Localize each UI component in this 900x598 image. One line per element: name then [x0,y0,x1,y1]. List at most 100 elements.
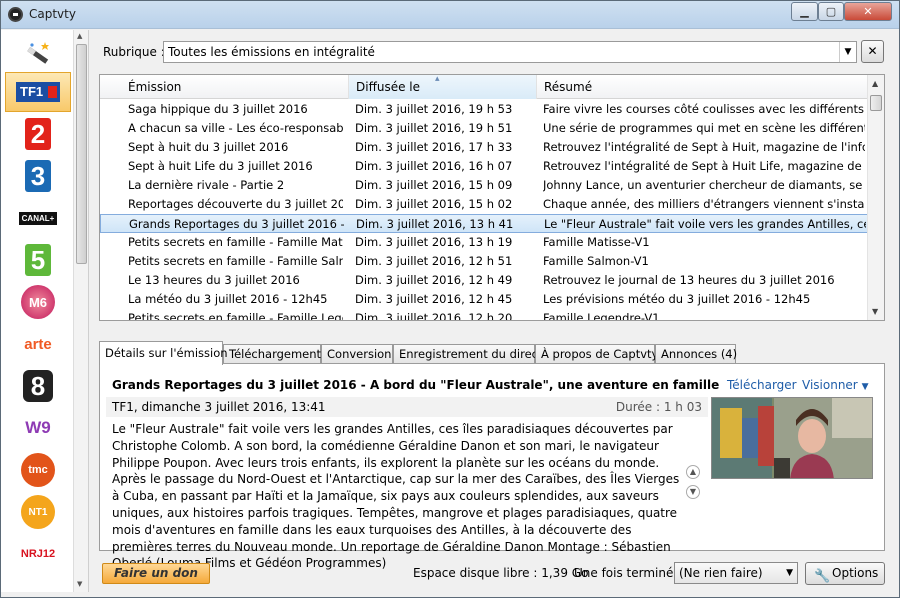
description-scroll-up-icon[interactable]: ▲ [686,465,700,479]
when-done-select[interactable]: (Ne rien faire) ▼ [674,562,798,584]
app-icon [8,7,23,22]
episode-thumbnail [711,397,873,479]
episode-title: Grands Reportages du 3 juillet 2016 - A … [112,378,720,392]
tf1-logo: TF1 [16,82,60,102]
cell-emission: La dernière rivale - Partie 2 [128,178,285,192]
download-link[interactable]: Télécharger [727,378,797,392]
cell-diffusee: Dim. 3 juillet 2016, 13 h 41 [356,217,514,231]
tab-telechargement[interactable]: Téléchargement [223,344,321,364]
list-scrollbar[interactable]: ▲ ▼ [867,75,884,320]
list-row[interactable]: Sept à huit du 3 juillet 2016 Dim. 3 juil… [100,138,868,157]
rubrique-label: Rubrique : [103,45,165,59]
maximize-button[interactable]: ▢ [818,2,844,21]
close-button[interactable]: ✕ [844,2,892,21]
tab-a-propos[interactable]: À propos de Captvty [535,344,658,364]
cell-diffusee: Dim. 3 juillet 2016, 12 h 49 [355,273,513,287]
list-row[interactable]: Grands Reportages du 3 juillet 2016 - A.… [100,214,868,233]
channel-arte[interactable]: arte [5,324,71,364]
list-row[interactable]: La dernière rivale - Partie 2 Dim. 3 juil… [100,176,868,195]
channel-w9[interactable]: W9 [5,408,71,448]
channel-tf1[interactable]: TF1 [5,72,71,112]
column-header-resume[interactable]: Résumé [537,75,868,99]
column-header-emission[interactable]: Émission [100,75,349,99]
list-row[interactable]: Le 13 heures du 3 juillet 2016 Dim. 3 jui… [100,271,868,290]
disk-space-text: Espace disque libre : 1,39 Go [413,566,589,580]
cell-resume: Famille Legendre-V1 [543,311,660,321]
sidebar-scroll-thumb[interactable] [76,44,87,264]
episode-description: Le "Fleur Australe" fait voile vers les … [112,422,680,571]
tab-enregistrement[interactable]: Enregistrement du direct [393,344,543,364]
cell-resume: Chaque année, des milliers d'étrangers v… [543,197,865,211]
donate-button[interactable]: Faire un don [102,563,210,584]
tmc-logo: tmc [21,453,55,487]
details-panel: Grands Reportages du 3 juillet 2016 - A … [99,363,885,570]
list-row[interactable]: A chacun sa ville - Les éco-responsables… [100,119,868,138]
cell-emission: Grands Reportages du 3 juillet 2016 - A.… [129,217,344,231]
nt1-logo: NT1 [21,495,55,529]
channel-france5[interactable]: 5 [5,240,71,280]
cell-resume: Le "Fleur Australe" fait voile vers les … [544,217,866,231]
cell-diffusee: Dim. 3 juillet 2016, 17 h 33 [355,140,513,154]
france5-logo: 5 [25,244,51,276]
tab-details[interactable]: Détails sur l'émission [99,341,228,365]
description-scroll-down-icon[interactable]: ▼ [686,485,700,499]
sidebar-scrollbar[interactable]: ▲ ▼ [73,30,88,592]
scroll-up-icon[interactable]: ▲ [872,79,878,88]
cell-resume: Les prévisions météo du 3 juillet 2016 -… [543,292,811,306]
channel-d8[interactable]: 8 [5,366,71,406]
options-button[interactable]: 🔧 Options [805,562,885,585]
scroll-down-icon[interactable]: ▼ [872,307,878,316]
france2-logo: 2 [25,118,51,150]
channel-tmc[interactable]: tmc [5,450,71,490]
cell-diffusee: Dim. 3 juillet 2016, 16 h 07 [355,159,513,173]
episode-meta: TF1, dimanche 3 juillet 2016, 13:41 Duré… [106,397,708,417]
list-row[interactable]: Petits secrets en famille - Famille Lege… [100,309,868,321]
scroll-up-icon[interactable]: ▲ [77,32,82,40]
cell-emission: La météo du 3 juillet 2016 - 12h45 [128,292,328,306]
episode-duration: Durée : 1 h 03 [615,400,702,414]
magic-wand-icon [27,42,49,64]
when-done-label: Une fois terminé : [574,566,682,580]
list-row[interactable]: Petits secrets en famille - Famille Mati… [100,233,868,252]
column-header-diffusee[interactable]: Diffusée le [349,75,537,99]
channel-tools-icon[interactable] [5,34,71,74]
view-link[interactable]: Visionner ▼ [802,378,868,392]
options-label: Options [832,566,879,580]
cell-resume: Johnny Lance, un aventurier chercheur de… [543,178,865,192]
tab-annonces[interactable]: Annonces (4) [655,344,737,364]
cell-emission: Petits secrets en famille - Famille Mati… [128,235,343,249]
channel-france3[interactable]: 3 [5,156,71,196]
cell-diffusee: Dim. 3 juillet 2016, 12 h 51 [355,254,513,268]
cell-resume: Famille Salmon-V1 [543,254,649,268]
channel-m6[interactable]: M6 [5,282,71,322]
chevron-down-icon: ▼ [839,42,856,62]
channel-nrj12[interactable]: NRJ12 [5,534,71,574]
france3-logo: 3 [25,160,51,192]
list-scroll-thumb[interactable] [870,95,882,111]
cell-resume: Famille Matisse-V1 [543,235,650,249]
cell-diffusee: Dim. 3 juillet 2016, 12 h 45 [355,292,513,306]
minimize-button[interactable]: ▁ [791,2,818,21]
nrj12-logo: NRJ12 [20,548,56,560]
cell-resume: Retrouvez l'intégralité de Sept à Huit L… [543,159,865,173]
cell-emission: Reportages découverte du 3 juillet 201..… [128,197,343,211]
channel-sidebar: TF1 2 3 CANAL+ 5 M6 arte 8 W9 tmc NT1 NR… [1,30,89,592]
when-done-value: (Ne rien faire) [679,566,763,580]
scroll-down-icon[interactable]: ▼ [77,580,82,588]
app-window: Captvty ▁ ▢ ✕ TF1 2 3 CANAL+ 5 M6 arte 8… [0,0,900,598]
list-row[interactable]: Sept à huit Life du 3 juillet 2016 Dim. 3… [100,157,868,176]
rubrique-select[interactable]: Toutes les émissions en intégralité ▼ [163,41,857,63]
list-row[interactable]: Saga hippique du 3 juillet 2016 Dim. 3 ju… [100,100,868,119]
list-row[interactable]: Reportages découverte du 3 juillet 201..… [100,195,868,214]
channel-canalplus[interactable]: CANAL+ [5,198,71,238]
list-row[interactable]: Petits secrets en famille - Famille Salm… [100,252,868,271]
tab-conversion[interactable]: Conversion [321,344,393,364]
d8-logo: 8 [23,370,53,402]
chevron-down-icon: ▼ [786,568,793,578]
m6-logo: M6 [21,285,55,319]
thumbnail-image [712,398,872,478]
list-row[interactable]: La météo du 3 juillet 2016 - 12h45 Dim. 3… [100,290,868,309]
clear-rubrique-button[interactable]: ✕ [861,40,884,63]
channel-nt1[interactable]: NT1 [5,492,71,532]
channel-france2[interactable]: 2 [5,114,71,154]
